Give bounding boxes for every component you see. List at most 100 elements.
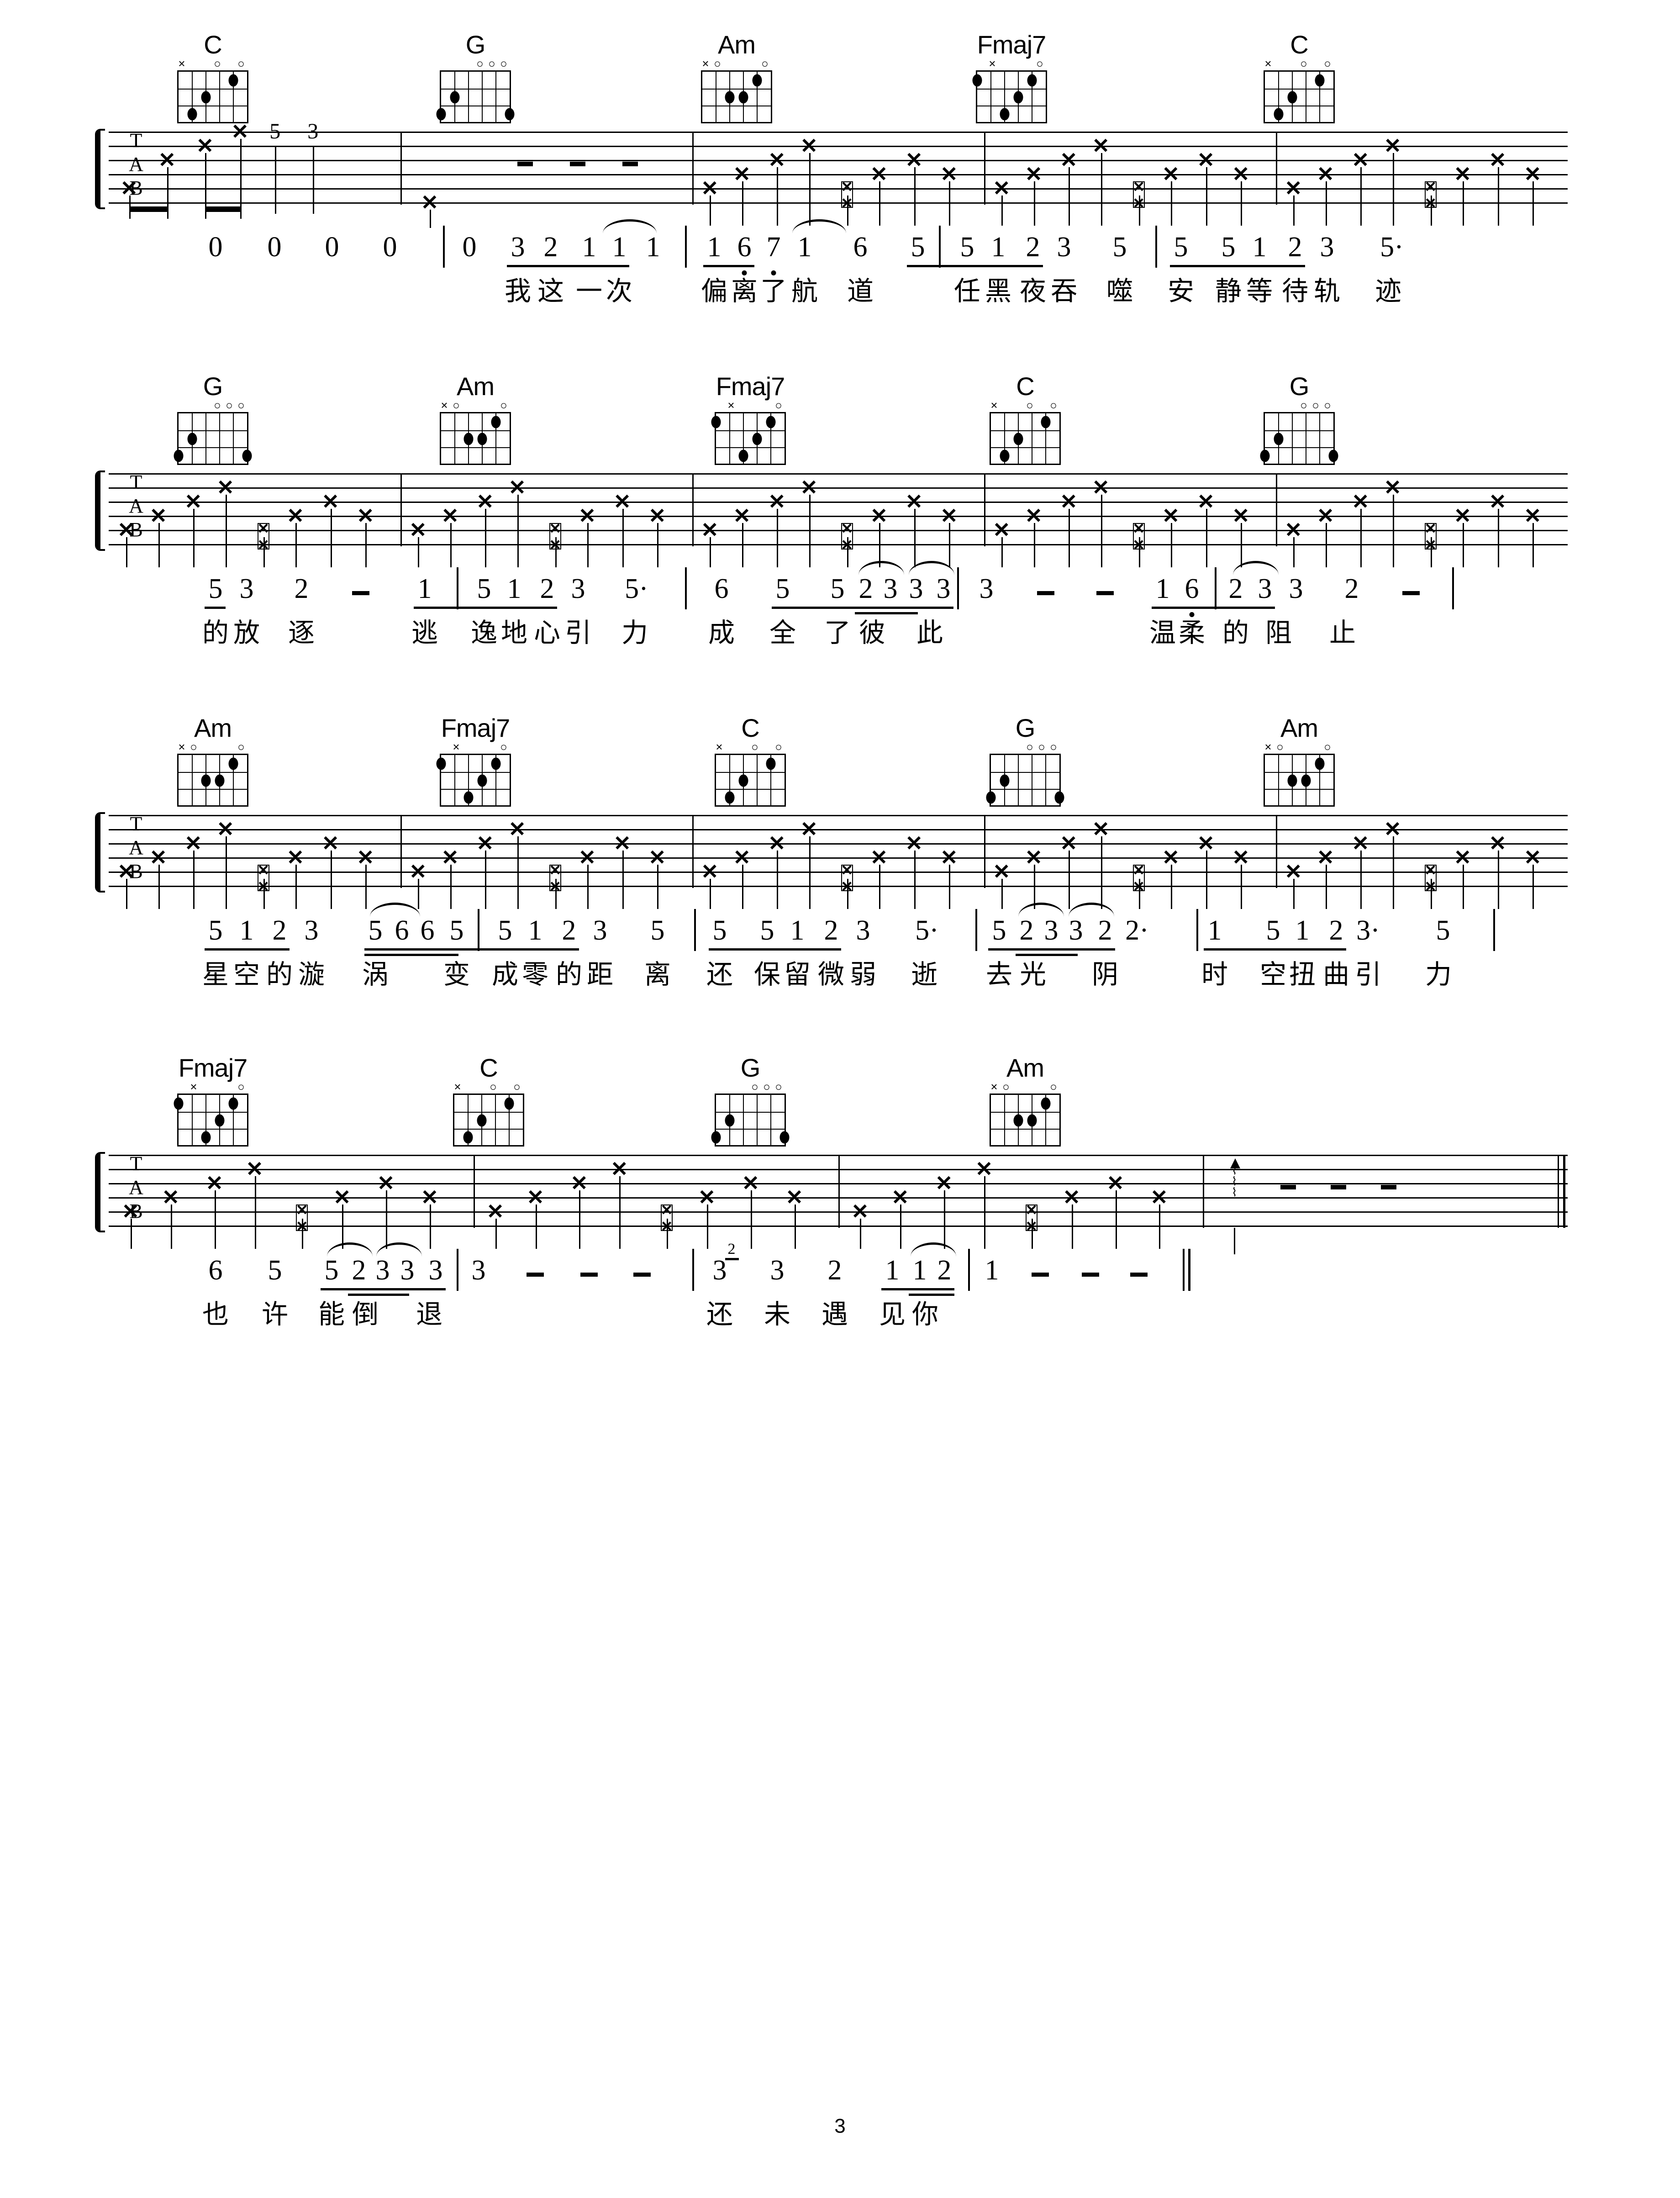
chord-open-mute-markers: × ○ ○	[989, 1081, 1062, 1094]
beam-underline-2	[372, 1294, 409, 1296]
barline	[1203, 1155, 1205, 1228]
lyric-character: 的	[266, 959, 293, 990]
finger-dot	[228, 74, 238, 87]
note-stem	[1170, 181, 1172, 226]
open-string-marker: ○	[751, 740, 758, 754]
lyric-character: 引	[1354, 959, 1382, 990]
lyric-character: 柔	[1178, 617, 1206, 648]
jianpu-note: 6	[420, 915, 435, 946]
open-string-marker: ○	[1038, 740, 1045, 754]
jianpu-note: 1	[912, 1255, 927, 1286]
beam-underline-2	[933, 1294, 954, 1296]
finger-dot	[711, 416, 721, 428]
lyric-character: 吞	[1050, 275, 1078, 306]
lyric-character: 心	[533, 617, 561, 648]
note-stem	[450, 523, 452, 567]
note-stem	[193, 851, 195, 909]
finger-dot	[215, 774, 225, 787]
note-stem	[847, 879, 848, 909]
note-stem	[330, 851, 332, 909]
jianpu-note: 2	[562, 915, 576, 946]
lyric-character: 航	[791, 275, 818, 306]
finger-dot	[1013, 91, 1023, 104]
open-string-marker: ○	[1050, 740, 1057, 754]
lyric-character: 漩	[298, 959, 325, 990]
note-stem	[1159, 1205, 1161, 1249]
fret-wire-line	[716, 430, 785, 431]
tab-staff-lines: TAB⌇⌇⌇	[109, 1152, 1568, 1254]
jianpu-barline	[685, 226, 687, 268]
lyric-character: 静	[1215, 275, 1242, 306]
fret-wire-line	[1265, 89, 1333, 90]
note-stem	[914, 167, 916, 226]
note-stem	[386, 1190, 388, 1249]
jianpu-note: 2	[1098, 915, 1112, 946]
barline	[984, 473, 985, 546]
note-stem	[1430, 195, 1432, 226]
note-stem	[418, 879, 420, 909]
chord-diagram: C × ○ ○	[982, 374, 1069, 465]
duration-dash	[1032, 1273, 1049, 1277]
duration-dash	[580, 1273, 598, 1277]
lyric-character: 了	[824, 617, 851, 648]
lyric-character: 偏	[700, 275, 728, 306]
finger-dot	[725, 91, 735, 104]
jianpu-note: 3	[375, 1255, 390, 1286]
finger-dot	[174, 449, 184, 462]
finger-dot	[986, 791, 996, 804]
open-string-marker: ○	[500, 740, 507, 754]
beam-underline-1	[536, 607, 557, 609]
fret-string-line	[468, 72, 469, 122]
barline	[1276, 132, 1277, 205]
jianpu-note: 5	[1266, 915, 1280, 946]
fret-wire-line	[179, 430, 247, 431]
open-string-marker: ○	[190, 740, 197, 754]
note-stem	[657, 523, 659, 567]
lyric-character: 空	[233, 959, 260, 990]
chord-diagram: C × ○ ○	[169, 32, 256, 123]
fret-wire-line	[716, 447, 785, 448]
note-stem	[1001, 537, 1003, 567]
note-stem	[263, 879, 265, 909]
barline	[984, 132, 985, 205]
fret-string-line	[495, 1095, 496, 1145]
note-stem	[1497, 509, 1499, 567]
note-stem	[1138, 195, 1140, 226]
lyric-character: 一	[575, 275, 603, 306]
jianpu-note: 6	[737, 232, 752, 263]
fret-wire-line	[977, 89, 1046, 90]
chord-fretboard-grid	[701, 70, 772, 123]
beam-underline-1	[820, 948, 841, 951]
finger-dot	[174, 1097, 184, 1110]
duration-dash	[1402, 591, 1420, 595]
note-stem	[214, 1190, 216, 1249]
jianpu-note: 5	[992, 915, 1006, 946]
fret-wire-line	[441, 447, 510, 448]
note-stem	[1325, 181, 1327, 226]
mute-marker: ×	[989, 57, 996, 70]
note-stem	[1031, 1219, 1033, 1249]
tab-fret-number: 5	[269, 119, 281, 143]
fret-string-line	[1004, 1095, 1005, 1145]
fret-string-line	[757, 755, 758, 805]
open-string-marker: ○	[490, 1080, 497, 1094]
finger-dot	[504, 1097, 514, 1110]
fret-wire-line	[179, 1112, 247, 1113]
chord-open-mute-markers: × ○	[439, 740, 512, 754]
finger-dot	[711, 1131, 721, 1144]
chord-diagram-row: C × ○ ○ G ○ ○ ○ Am × ○ ○ Fmaj7 × ○ C × ○ ○	[0, 32, 1680, 132]
fret-wire-line	[179, 789, 247, 790]
note-stem	[809, 836, 811, 909]
fret-wire-line	[991, 789, 1059, 790]
chord-open-mute-markers: × ○	[975, 58, 1048, 70]
lyric-character: 空	[1259, 959, 1287, 990]
fret-string-line	[729, 413, 730, 464]
open-string-marker: ○	[1050, 398, 1057, 412]
jianpu-note: 6	[1185, 573, 1199, 604]
jianpu-note: 2	[540, 573, 554, 604]
open-string-marker: ○	[1300, 57, 1307, 70]
note-stem	[1533, 865, 1534, 909]
chord-name: Fmaj7	[178, 1053, 248, 1082]
note-stem	[1033, 181, 1035, 226]
jianpu-final-barline-thick	[1188, 1249, 1190, 1291]
